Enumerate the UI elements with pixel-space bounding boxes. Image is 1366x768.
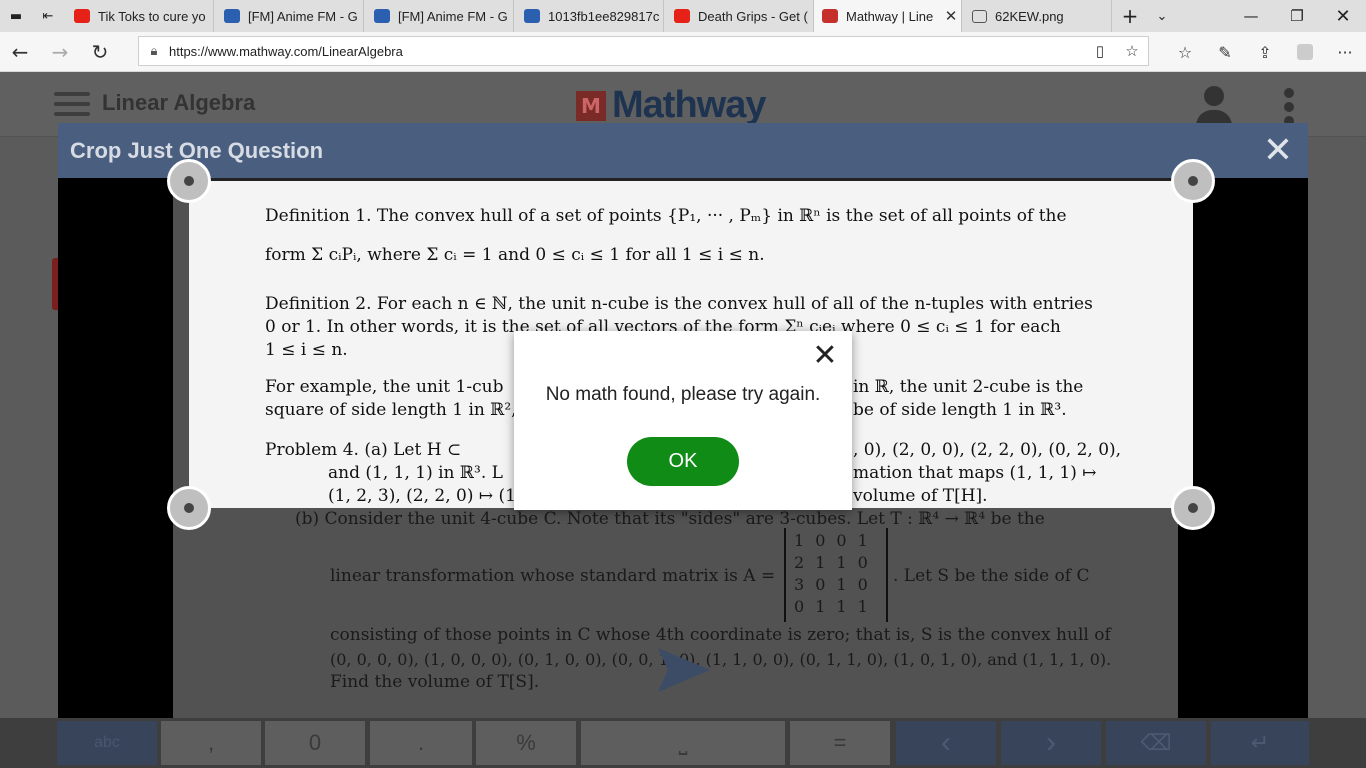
document-line: Find the volume of T[S]. [330,672,540,692]
menu-icon[interactable] [54,92,90,116]
document-line: Definition 2. For each n ∈ ℕ, the unit n… [265,294,1093,314]
matrix-row-4: 0111 [794,597,879,616]
document-line: linear transformation whose standard mat… [330,566,776,586]
minimize-icon[interactable]: — [1228,0,1274,32]
key-equals[interactable]: = [790,721,890,765]
document-line: . Let S be the side of C [893,566,1090,586]
document-line: Definition 1. The convex hull of a set o… [265,206,1067,226]
youtube-icon [674,9,690,23]
back-icon[interactable]: ← [2,36,38,68]
document-line: volume of T[H]. [853,486,988,506]
document-line: consisting of those points in C whose 4t… [330,625,1111,645]
lock-icon: 🔒︎ [150,43,158,58]
crop-handle-top-right[interactable] [1171,159,1215,203]
math-keyboard: abc , 0 . % ⎵ = ‹ › ⌫ ↵ [0,718,1366,768]
document-line: (1, 2, 3), (2, 2, 0) ↦ (1 [328,486,516,506]
browser-tab-bar: ▬ ⇤ Tik Toks to cure yo [FM] Anime FM - … [0,0,1366,32]
radio-icon [224,9,240,23]
key-left-arrow-icon[interactable]: ‹ [896,721,996,765]
key-backspace-icon[interactable]: ⌫ [1106,721,1206,765]
document-line: be of side length 1 in ℝ³. [853,400,1067,420]
document-line: , 0), (2, 0, 0), (2, 2, 0), (0, 2, 0), [853,440,1122,460]
user-avatar-icon[interactable] [1196,86,1232,126]
browser-tab[interactable]: [FM] Anime FM - G [216,0,364,32]
document-line: square of side length 1 in ℝ², [265,400,517,420]
document-line: 1 ≤ i ≤ n. [265,340,348,360]
radio-icon [374,9,390,23]
key-percent[interactable]: % [476,721,576,765]
browser-tab[interactable]: Tik Toks to cure yo [66,0,214,32]
document-line: (b) Consider the unit 4-cube C. Note tha… [295,509,1045,529]
key-period[interactable]: . [370,721,472,765]
favorites-icon[interactable]: ☆ [1166,36,1204,68]
browser-tab[interactable]: 1013fb1ee829817c [516,0,664,32]
more-icon[interactable]: ··· [1326,36,1364,68]
tab-close-icon[interactable]: ✕ [941,7,961,25]
url-field[interactable]: 🔒︎ https://www.mathway.com/LinearAlgebra… [138,36,1149,66]
send-arrow-icon[interactable] [656,646,712,694]
pen-icon[interactable]: ✎ [1206,36,1244,68]
favorite-star-icon[interactable]: ☆ [1116,42,1148,60]
document-line: form Σ cᵢPᵢ, where Σ cᵢ = 1 and 0 ≤ cᵢ ≤… [265,245,765,265]
matrix-row-1: 1001 [794,531,879,550]
browser-tab[interactable]: [FM] Anime FM - G [366,0,514,32]
crop-modal-header: Crop Just One Question ✕ [58,123,1308,178]
tab-title: [FM] Anime FM - G [248,8,358,24]
document-line: in ℝ, the unit 2-cube is the [853,377,1084,397]
key-enter-icon[interactable]: ↵ [1211,721,1309,765]
matrix-row-3: 3010 [794,575,879,594]
ok-button[interactable]: OK [627,437,739,486]
refresh-icon[interactable]: ↻ [82,36,118,68]
matrix: 1001 2110 3010 0111 [784,528,888,622]
mathway-logo: M Mathway [576,84,766,127]
document-line: mation that maps (1, 1, 1) ↦ [853,463,1097,483]
key-comma[interactable]: , [161,721,261,765]
tab-actions-icon[interactable]: ▬ [0,0,32,32]
crop-handle-top-left[interactable] [167,159,211,203]
reading-view-icon[interactable]: ▯ [1084,42,1116,60]
tab-title: Death Grips - Get ( [698,8,808,24]
mathway-logo-mark: M [576,90,606,121]
document-line: Problem 4. (a) Let H ⊂ [265,440,462,460]
address-bar-row: ← → ↻ 🔒︎ https://www.mathway.com/LinearA… [0,32,1366,72]
crop-handle-bottom-left[interactable] [167,486,211,530]
image-icon [972,9,987,23]
radio-icon [524,9,540,23]
dialog-message: No math found, please try again. [545,384,821,405]
crop-handle-bottom-right[interactable] [1171,486,1215,530]
document-line: For example, the unit 1-cub [265,377,504,397]
restore-icon[interactable]: ❐ [1274,0,1320,32]
tab-preview-chevron-icon[interactable]: ⌄ [1146,0,1178,32]
url-text: https://www.mathway.com/LinearAlgebra [169,43,403,59]
key-space[interactable]: ⎵ [581,721,785,765]
tab-title: 62KEW.png [995,8,1064,24]
tab-title: Mathway | Line [846,8,934,24]
key-right-arrow-icon[interactable]: › [1001,721,1101,765]
document-line: (0, 0, 0, 0), (1, 0, 0, 0), (0, 1, 0, 0)… [330,650,1112,669]
browser-tab[interactable]: Death Grips - Get ( [666,0,814,32]
tab-title: [FM] Anime FM - G [398,8,508,24]
browser-tab-active[interactable]: Mathway | Line ✕ [814,0,962,32]
forward-icon[interactable]: → [42,36,78,68]
error-dialog: ✕ No math found, please try again. OK [514,331,852,510]
mathway-logo-text: Mathway [612,84,766,126]
matrix-row-2: 2110 [794,553,879,572]
dialog-close-icon[interactable]: ✕ [810,341,840,371]
key-zero[interactable]: 0 [265,721,365,765]
tab-title: 1013fb1ee829817c [548,8,660,24]
close-window-icon[interactable]: ✕ [1320,0,1366,32]
extension-icon[interactable] [1286,36,1324,68]
key-abc[interactable]: abc [57,721,157,765]
document-line: and (1, 1, 1) in ℝ³. L [328,463,503,483]
page-title: Linear Algebra [102,90,256,115]
set-aside-tabs-icon[interactable]: ⇤ [32,0,64,32]
youtube-icon [74,9,90,23]
share-icon[interactable]: ⇪ [1246,36,1284,68]
new-tab-icon[interactable]: + [1114,0,1146,32]
crop-close-icon[interactable]: ✕ [1258,131,1298,171]
browser-tab[interactable]: 62KEW.png [964,0,1112,32]
mathway-icon [822,9,838,23]
tab-title: Tik Toks to cure yo [98,8,206,24]
